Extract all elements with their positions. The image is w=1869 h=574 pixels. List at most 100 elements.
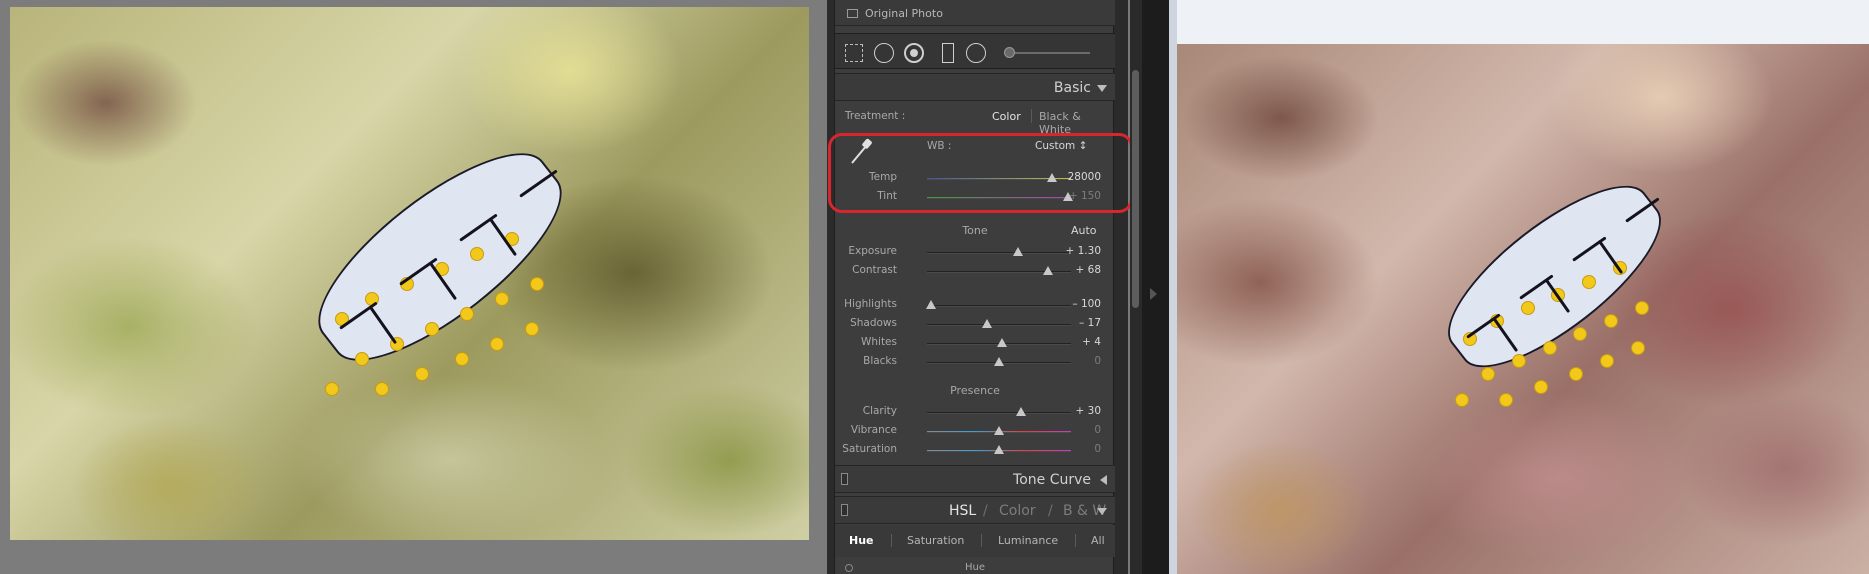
contrast-value[interactable]: + 68 [1061, 264, 1102, 276]
red-eye-icon[interactable] [903, 42, 925, 64]
left-photo-pane [0, 0, 827, 574]
yellow-spot [325, 382, 339, 396]
clarity-slider-row: Clarity + 30 [835, 403, 1115, 421]
yellow-spot [415, 367, 429, 381]
tone-curve-toggle-switch[interactable] [841, 473, 848, 485]
wb-highlight-annotation [828, 133, 1133, 213]
highlights-slider-row: Highlights – 100 [835, 296, 1115, 314]
blacks-value[interactable]: 0 [1061, 355, 1101, 367]
basic-section-header[interactable]: Basic [835, 73, 1115, 101]
clarity-label: Clarity [862, 405, 897, 417]
shadows-slider-knob[interactable] [982, 319, 993, 328]
hsl-hue-subsection: Hue [835, 562, 1115, 574]
basic-title: Basic [1053, 80, 1091, 96]
highlights-value[interactable]: – 100 [1061, 298, 1101, 310]
hsl-separator-2: / [1048, 503, 1053, 519]
hsl-separator-1: / [983, 503, 988, 519]
shadows-label: Shadows [850, 317, 897, 329]
saturation-slider-row: Saturation 0 [835, 441, 1115, 459]
panel-scrollbar-thumb[interactable] [1132, 70, 1139, 308]
saturation-value[interactable]: 0 [1061, 443, 1101, 455]
tab-separator [1075, 534, 1076, 547]
treatment-color-option[interactable]: Color [992, 110, 1021, 123]
yellow-spot [1630, 340, 1645, 355]
hsl-tab-saturation[interactable]: Saturation [907, 534, 964, 547]
tab-separator [981, 534, 982, 547]
yellow-spot [1454, 393, 1469, 408]
yellow-spot [495, 292, 509, 306]
hsl-section-header[interactable]: HSL / Color / B & W [835, 496, 1115, 524]
yellow-spot [1573, 327, 1588, 342]
window-border [1169, 0, 1177, 574]
highlights-slider-knob[interactable] [926, 300, 937, 309]
original-photo-checkbox[interactable] [847, 9, 858, 18]
whites-value[interactable]: + 4 [1061, 336, 1101, 348]
yellow-spot [490, 337, 504, 351]
tone-curve-section-header[interactable]: Tone Curve [835, 465, 1115, 493]
exposure-slider-row: Exposure + 1.30 [835, 243, 1115, 261]
adjustment-brush-icon[interactable] [1004, 42, 1095, 64]
yellow-spot [1520, 301, 1535, 315]
graduated-filter-icon[interactable] [937, 42, 959, 64]
presence-label: Presence [950, 384, 1000, 397]
vibrance-label: Vibrance [850, 424, 897, 436]
tone-subsection: Tone Auto [835, 223, 1115, 239]
hsl-toggle-switch[interactable] [841, 504, 848, 516]
yellow-spot [1481, 367, 1495, 381]
hsl-tab-luminance[interactable]: Luminance [998, 534, 1058, 547]
tab-separator [891, 534, 892, 547]
expand-triangle-icon [1100, 475, 1107, 485]
exposure-value[interactable]: + 1.30 [1061, 245, 1101, 257]
panel-collapse-strip[interactable] [1142, 0, 1169, 574]
tone-curve-title: Tone Curve [1013, 472, 1091, 488]
highlights-track[interactable] [927, 305, 1071, 307]
original-photo-row[interactable]: Original Photo [835, 0, 1115, 26]
shadows-slider-row: Shadows – 17 [835, 315, 1115, 333]
original-photo-label: Original Photo [865, 7, 943, 20]
blacks-label: Blacks [863, 355, 897, 367]
vibrance-value[interactable]: 0 [1061, 424, 1101, 436]
whites-slider-knob[interactable] [996, 338, 1007, 347]
radial-filter-icon[interactable] [965, 42, 987, 64]
treatment-label: Treatment : [845, 110, 906, 122]
color-tab-header[interactable]: Color [999, 503, 1036, 519]
contrast-slider-knob[interactable] [1042, 266, 1053, 275]
treatment-separator [1031, 109, 1032, 123]
yellow-spot [1569, 367, 1583, 381]
saturation-slider-knob[interactable] [994, 445, 1004, 454]
yellow-spot [525, 322, 539, 336]
vibrance-slider-knob[interactable] [994, 426, 1004, 435]
clarity-value[interactable]: + 30 [1061, 405, 1102, 417]
hsl-hue-label: Hue [964, 562, 985, 573]
blacks-slider-row: Blacks 0 [835, 353, 1115, 371]
yellow-spot [1533, 380, 1548, 395]
hsl-tab-header[interactable]: HSL [949, 503, 976, 519]
yellow-spot [1582, 274, 1597, 289]
hsl-tab-all[interactable]: All [1091, 534, 1105, 547]
yellow-spot [1498, 393, 1513, 408]
exposure-slider-knob[interactable] [1012, 247, 1023, 256]
auto-tone-button[interactable]: Auto [1071, 224, 1097, 237]
yellow-spot [425, 322, 439, 336]
photo-before-edit[interactable] [10, 7, 809, 540]
saturation-label: Saturation [842, 443, 897, 455]
crop-overlay-icon[interactable] [843, 42, 865, 64]
clarity-slider-knob[interactable] [1015, 407, 1026, 416]
blacks-slider-knob[interactable] [994, 357, 1004, 366]
collapse-triangle-icon [1097, 508, 1107, 515]
photo-after-edit[interactable] [1177, 44, 1869, 574]
treatment-row: Treatment : Color Black & White [835, 108, 1115, 136]
spot-removal-icon[interactable] [873, 42, 895, 64]
highlights-label: Highlights [844, 298, 897, 310]
yellow-spot [1511, 353, 1526, 368]
shadows-track[interactable] [927, 324, 1071, 326]
nudibranch-subject [1412, 159, 1684, 408]
clarity-track[interactable] [927, 412, 1071, 414]
whites-label: Whites [860, 336, 897, 348]
collapse-arrow-icon[interactable] [1150, 288, 1157, 300]
exposure-track[interactable] [927, 252, 1071, 254]
shadows-value[interactable]: – 17 [1061, 317, 1101, 329]
hsl-tab-hue[interactable]: Hue [849, 534, 874, 547]
develop-panel-wrapper: Original Photo Basic Treatment : Color B… [827, 0, 1128, 574]
whites-slider-row: Whites + 4 [835, 334, 1115, 352]
